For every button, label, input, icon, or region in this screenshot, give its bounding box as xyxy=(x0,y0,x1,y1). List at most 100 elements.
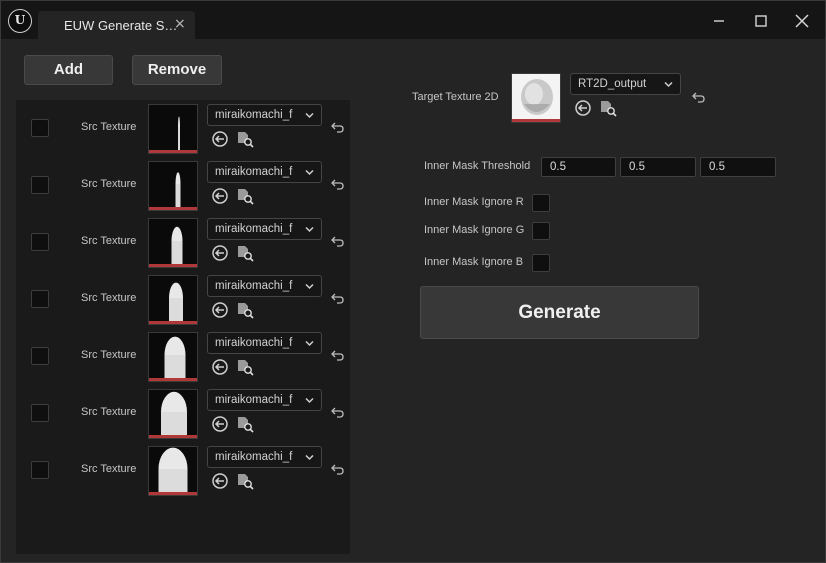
texture-preview xyxy=(161,391,187,438)
src-texture-thumbnail[interactable] xyxy=(148,104,198,154)
src-texture-row: Src Texture miraikomachi_f xyxy=(16,329,350,386)
src-texture-combo[interactable]: miraikomachi_f xyxy=(207,161,322,183)
ignore-g-checkbox[interactable] xyxy=(532,222,550,240)
texture-preview xyxy=(164,336,186,381)
src-texture-label: Src Texture xyxy=(81,349,137,361)
src-texture-row: Src Texture miraikomachi_f xyxy=(16,215,350,272)
src-texture-combo[interactable]: miraikomachi_f xyxy=(207,389,322,411)
use-selected-asset-icon[interactable] xyxy=(210,357,230,377)
ignore-r-checkbox[interactable] xyxy=(532,194,550,212)
chevron-down-icon xyxy=(305,283,314,290)
add-button[interactable]: Add xyxy=(24,55,113,85)
close-button[interactable] xyxy=(792,11,812,31)
reset-to-default-icon[interactable] xyxy=(328,117,348,137)
src-texture-label: Src Texture xyxy=(81,406,137,418)
src-texture-thumbnail[interactable] xyxy=(148,446,198,496)
minimize-icon xyxy=(714,20,724,22)
use-selected-asset-icon[interactable] xyxy=(210,129,230,149)
src-texture-name: miraikomachi_f xyxy=(215,109,293,121)
reset-to-default-icon[interactable] xyxy=(328,345,348,365)
texture-preview xyxy=(175,172,181,210)
reset-to-default-icon[interactable] xyxy=(328,459,348,479)
browse-asset-icon[interactable] xyxy=(598,98,618,118)
row-select-checkbox[interactable] xyxy=(31,290,49,308)
reset-to-default-icon[interactable] xyxy=(689,87,709,107)
src-texture-label: Src Texture xyxy=(81,235,137,247)
src-texture-row: Src Texture miraikomachi_f xyxy=(16,386,350,443)
inner-mask-threshold-label: Inner Mask Threshold xyxy=(424,160,531,172)
texture-type-bar xyxy=(149,492,197,495)
reset-to-default-icon[interactable] xyxy=(328,402,348,422)
use-selected-asset-icon[interactable] xyxy=(573,98,593,118)
row-select-checkbox[interactable] xyxy=(31,461,49,479)
src-texture-row: Src Texture miraikomachi_f xyxy=(16,272,350,329)
chevron-down-icon xyxy=(305,340,314,347)
unreal-logo-icon: U xyxy=(8,9,32,33)
row-select-checkbox[interactable] xyxy=(31,119,49,137)
reset-to-default-icon[interactable] xyxy=(328,174,348,194)
reset-to-default-icon[interactable] xyxy=(328,288,348,308)
ignore-b-checkbox[interactable] xyxy=(532,254,550,272)
src-texture-label: Src Texture xyxy=(81,292,137,304)
remove-button[interactable]: Remove xyxy=(132,55,222,85)
use-selected-asset-icon[interactable] xyxy=(210,243,230,263)
src-texture-name: miraikomachi_f xyxy=(215,166,293,178)
target-texture-preview xyxy=(521,79,553,115)
use-selected-asset-icon[interactable] xyxy=(210,186,230,206)
browse-asset-icon[interactable] xyxy=(235,414,255,434)
src-texture-combo[interactable]: miraikomachi_f xyxy=(207,332,322,354)
use-selected-asset-icon[interactable] xyxy=(210,414,230,434)
src-texture-combo[interactable]: miraikomachi_f xyxy=(207,104,322,126)
threshold-r-field[interactable]: 0.5 xyxy=(541,157,616,177)
src-texture-thumbnail[interactable] xyxy=(148,389,198,439)
texture-preview xyxy=(178,116,180,153)
src-texture-thumbnail[interactable] xyxy=(148,332,198,382)
generate-button[interactable]: Generate xyxy=(420,286,699,339)
target-texture-label: Target Texture 2D xyxy=(412,91,499,103)
browse-asset-icon[interactable] xyxy=(235,186,255,206)
src-texture-thumbnail[interactable] xyxy=(148,161,198,211)
threshold-g-field[interactable]: 0.5 xyxy=(620,157,696,177)
src-texture-combo[interactable]: miraikomachi_f xyxy=(207,446,322,468)
inner-mask-ignore-g-label: Inner Mask Ignore G xyxy=(424,224,525,236)
target-texture-combo[interactable]: RT2D_output xyxy=(570,73,681,95)
texture-type-bar xyxy=(149,264,197,267)
threshold-b-field[interactable]: 0.5 xyxy=(700,157,776,177)
chevron-down-icon xyxy=(305,397,314,404)
tab-title: EUW Generate S… xyxy=(64,18,178,33)
browse-asset-icon[interactable] xyxy=(235,471,255,491)
inner-mask-ignore-b-label: Inner Mask Ignore B xyxy=(424,256,524,268)
row-select-checkbox[interactable] xyxy=(31,233,49,251)
src-texture-name: miraikomachi_f xyxy=(215,394,293,406)
src-texture-thumbnail[interactable] xyxy=(148,218,198,268)
tab-close-icon[interactable]: × xyxy=(174,16,186,32)
maximize-button[interactable] xyxy=(751,11,771,31)
use-selected-asset-icon[interactable] xyxy=(210,300,230,320)
tab-euw-generate[interactable]: EUW Generate S… × xyxy=(38,11,195,39)
src-texture-thumbnail[interactable] xyxy=(148,275,198,325)
use-selected-asset-icon[interactable] xyxy=(210,471,230,491)
texture-type-bar xyxy=(149,321,197,324)
browse-asset-icon[interactable] xyxy=(235,300,255,320)
chevron-down-icon xyxy=(305,226,314,233)
row-select-checkbox[interactable] xyxy=(31,176,49,194)
src-texture-combo[interactable]: miraikomachi_f xyxy=(207,275,322,297)
src-texture-name: miraikomachi_f xyxy=(215,280,293,292)
target-texture-thumbnail[interactable] xyxy=(511,73,561,123)
texture-preview xyxy=(169,282,183,324)
browse-asset-icon[interactable] xyxy=(235,129,255,149)
row-select-checkbox[interactable] xyxy=(31,347,49,365)
browse-asset-icon[interactable] xyxy=(235,357,255,377)
reset-to-default-icon[interactable] xyxy=(328,231,348,251)
target-texture-name: RT2D_output xyxy=(578,78,647,90)
title-bar[interactable]: U EUW Generate S… × xyxy=(1,1,825,39)
maximize-icon xyxy=(755,15,767,27)
src-texture-name: miraikomachi_f xyxy=(215,451,293,463)
texture-type-bar xyxy=(149,207,197,210)
row-select-checkbox[interactable] xyxy=(31,404,49,422)
minimize-button[interactable] xyxy=(709,11,729,31)
src-texture-name: miraikomachi_f xyxy=(215,337,293,349)
src-texture-combo[interactable]: miraikomachi_f xyxy=(207,218,322,240)
browse-asset-icon[interactable] xyxy=(235,243,255,263)
editor-utility-window: U EUW Generate S… × Add Remove Src Textu… xyxy=(0,0,826,563)
